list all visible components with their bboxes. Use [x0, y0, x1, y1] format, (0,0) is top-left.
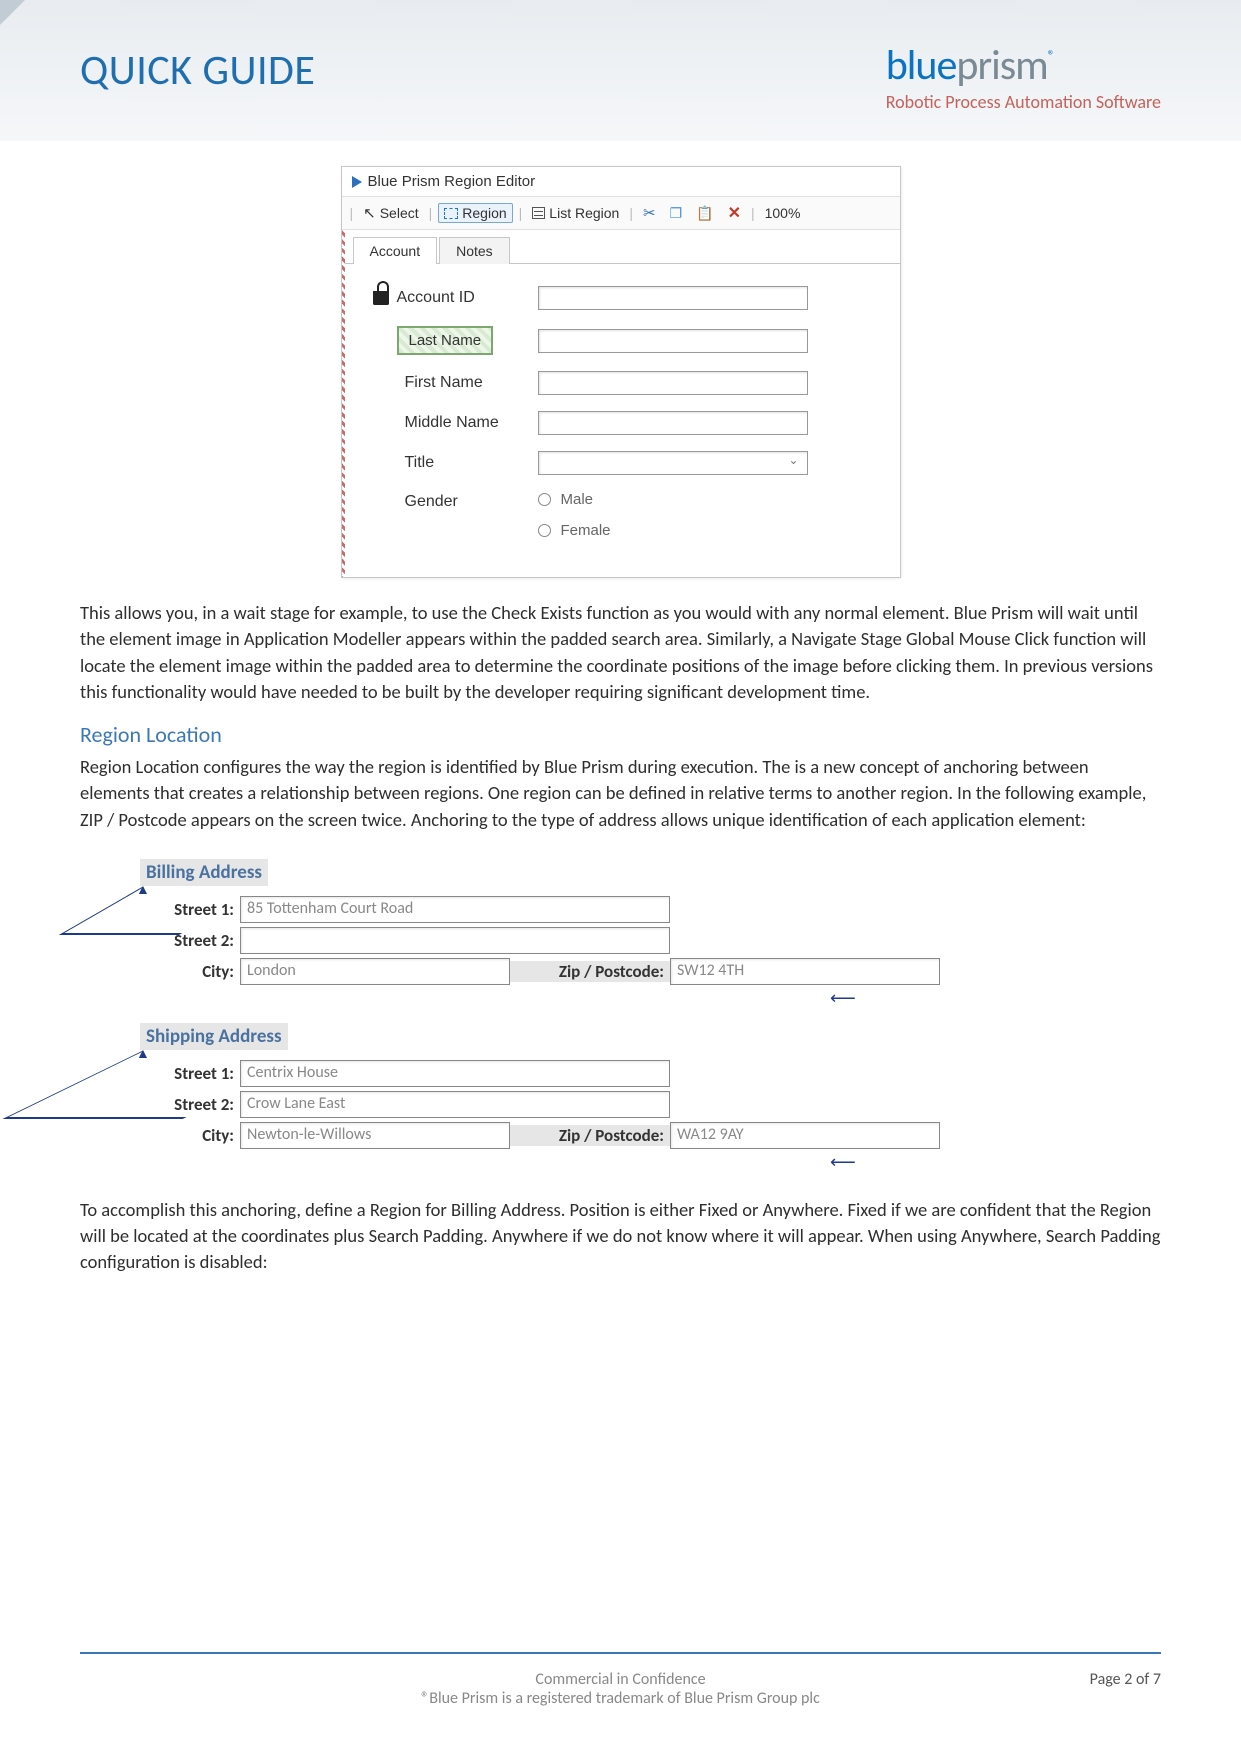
- tab-account[interactable]: Account: [353, 237, 438, 264]
- logo: blueprism® Robotic Process Automation So…: [886, 45, 1161, 113]
- toolbar-separator: |: [429, 205, 433, 221]
- paragraph-2: Region Location configures the way the r…: [80, 754, 1161, 833]
- lock-icon: [373, 291, 389, 305]
- toolbar: | ↖ Select | Region | List Region | ✂ ❐: [342, 196, 900, 230]
- footer-line-1: Commercial in Confidence: [80, 1670, 1161, 1689]
- billing-zip-field[interactable]: SW12 4TH: [670, 958, 940, 985]
- paste-button[interactable]: 📋: [692, 203, 717, 224]
- radio-icon: [538, 524, 551, 537]
- scissors-icon: ✂: [643, 204, 656, 222]
- gender-male-radio[interactable]: Male: [538, 491, 611, 508]
- billing-address-block: Billing Address ▲ Street 1: 85 Tottenham…: [140, 859, 1161, 1009]
- cut-button[interactable]: ✂: [639, 202, 660, 224]
- tab-notes[interactable]: Notes: [439, 237, 510, 264]
- window-title: Blue Prism Region Editor: [368, 173, 536, 190]
- pointer-icon: ↖: [363, 204, 376, 222]
- zip-anchor-arrow-icon: ⟵: [140, 987, 1161, 1009]
- editor-body: Account Notes Account ID Las: [342, 230, 900, 577]
- section-heading-region-location: Region Location: [80, 721, 1161, 748]
- billing-zip-label-region: Zip / Postcode:: [510, 961, 670, 982]
- middle-name-label: Middle Name: [373, 414, 538, 432]
- copy-button[interactable]: ❐: [666, 203, 687, 224]
- logo-registered-icon: ®: [1048, 47, 1054, 64]
- zip-anchor-arrow-icon: ⟵: [140, 1151, 1161, 1173]
- toolbar-separator: |: [519, 205, 523, 221]
- region-label: Region: [462, 205, 506, 221]
- copy-icon: ❐: [670, 205, 683, 222]
- last-name-region-selection[interactable]: Last Name: [397, 326, 494, 355]
- account-form: Account ID Last Name First Name: [345, 264, 900, 563]
- last-name-label-wrap: Last Name: [373, 326, 538, 355]
- billing-street2-field[interactable]: [240, 927, 670, 954]
- footer-line-2: ®Blue Prism is a registered trademark of…: [80, 1689, 1161, 1708]
- page-header: QUICK GUIDE blueprism® Robotic Process A…: [0, 0, 1241, 141]
- account-id-field[interactable]: [538, 286, 808, 310]
- list-region-label: List Region: [549, 205, 619, 221]
- delete-button[interactable]: ✕: [724, 201, 745, 225]
- billing-street1-field[interactable]: 85 Tottenham Court Road: [240, 896, 670, 923]
- billing-city-label: City:: [140, 961, 240, 982]
- paragraph-1: This allows you, in a wait stage for exa…: [80, 600, 1161, 705]
- radio-icon: [538, 493, 551, 506]
- logo-text: blueprism®: [886, 45, 1161, 87]
- window-titlebar: Blue Prism Region Editor: [342, 167, 900, 196]
- middle-name-field[interactable]: [538, 411, 808, 435]
- first-name-field[interactable]: [538, 371, 808, 395]
- toolbar-separator: |: [629, 205, 633, 221]
- app-icon: [352, 176, 362, 188]
- page-title: QUICK GUIDE: [80, 45, 315, 96]
- toolbar-separator: |: [350, 205, 354, 221]
- shipping-city-label: City:: [140, 1125, 240, 1146]
- account-id-label: Account ID: [373, 289, 538, 307]
- paste-icon: 📋: [696, 205, 713, 222]
- gender-male-label: Male: [561, 491, 594, 508]
- first-name-label: First Name: [373, 374, 538, 392]
- select-label: Select: [380, 205, 419, 221]
- logo-word-prism: prism: [956, 40, 1047, 91]
- gender-female-radio[interactable]: Female: [538, 522, 611, 539]
- last-name-field[interactable]: [538, 329, 808, 353]
- region-editor-window: Blue Prism Region Editor | ↖ Select | Re…: [341, 166, 901, 578]
- shipping-title-region: Shipping Address: [140, 1023, 288, 1050]
- list-region-icon: [532, 207, 545, 219]
- billing-title-region: Billing Address: [140, 859, 268, 886]
- region-tool[interactable]: Region: [438, 203, 512, 223]
- shipping-zip-label-region: Zip / Postcode:: [510, 1125, 670, 1146]
- page-footer: Commercial in Confidence ®Blue Prism is …: [80, 1652, 1161, 1708]
- shipping-address-block: Shipping Address ▲ Street 1: Centrix Hou…: [140, 1023, 1161, 1173]
- logo-subtitle: Robotic Process Automation Software: [886, 91, 1161, 113]
- toolbar-separator: |: [751, 205, 755, 221]
- region-rect-icon: [444, 208, 458, 219]
- address-figure: Billing Address ▲ Street 1: 85 Tottenham…: [80, 849, 1161, 1197]
- gender-label: Gender: [373, 491, 538, 511]
- select-tool[interactable]: ↖ Select: [359, 202, 423, 224]
- tab-bar: Account Notes: [345, 230, 900, 264]
- paragraph-3: To accomplish this anchoring, define a R…: [80, 1197, 1161, 1276]
- shipping-street2-field[interactable]: Crow Lane East: [240, 1091, 670, 1118]
- title-label: Title: [373, 454, 538, 472]
- shipping-zip-field[interactable]: WA12 9AY: [670, 1122, 940, 1149]
- page-number: Page 2 of 7: [1090, 1670, 1161, 1689]
- zoom-level[interactable]: 100%: [761, 203, 805, 223]
- shipping-street1-field[interactable]: Centrix House: [240, 1060, 670, 1087]
- account-id-text: Account ID: [397, 289, 475, 307]
- billing-city-field[interactable]: London: [240, 958, 510, 985]
- gender-female-label: Female: [561, 522, 611, 539]
- title-select[interactable]: [538, 451, 808, 475]
- logo-word-blue: blue: [886, 40, 957, 91]
- shipping-city-field[interactable]: Newton-le-Willows: [240, 1122, 510, 1149]
- list-region-tool[interactable]: List Region: [528, 203, 623, 223]
- close-icon: ✕: [728, 203, 741, 223]
